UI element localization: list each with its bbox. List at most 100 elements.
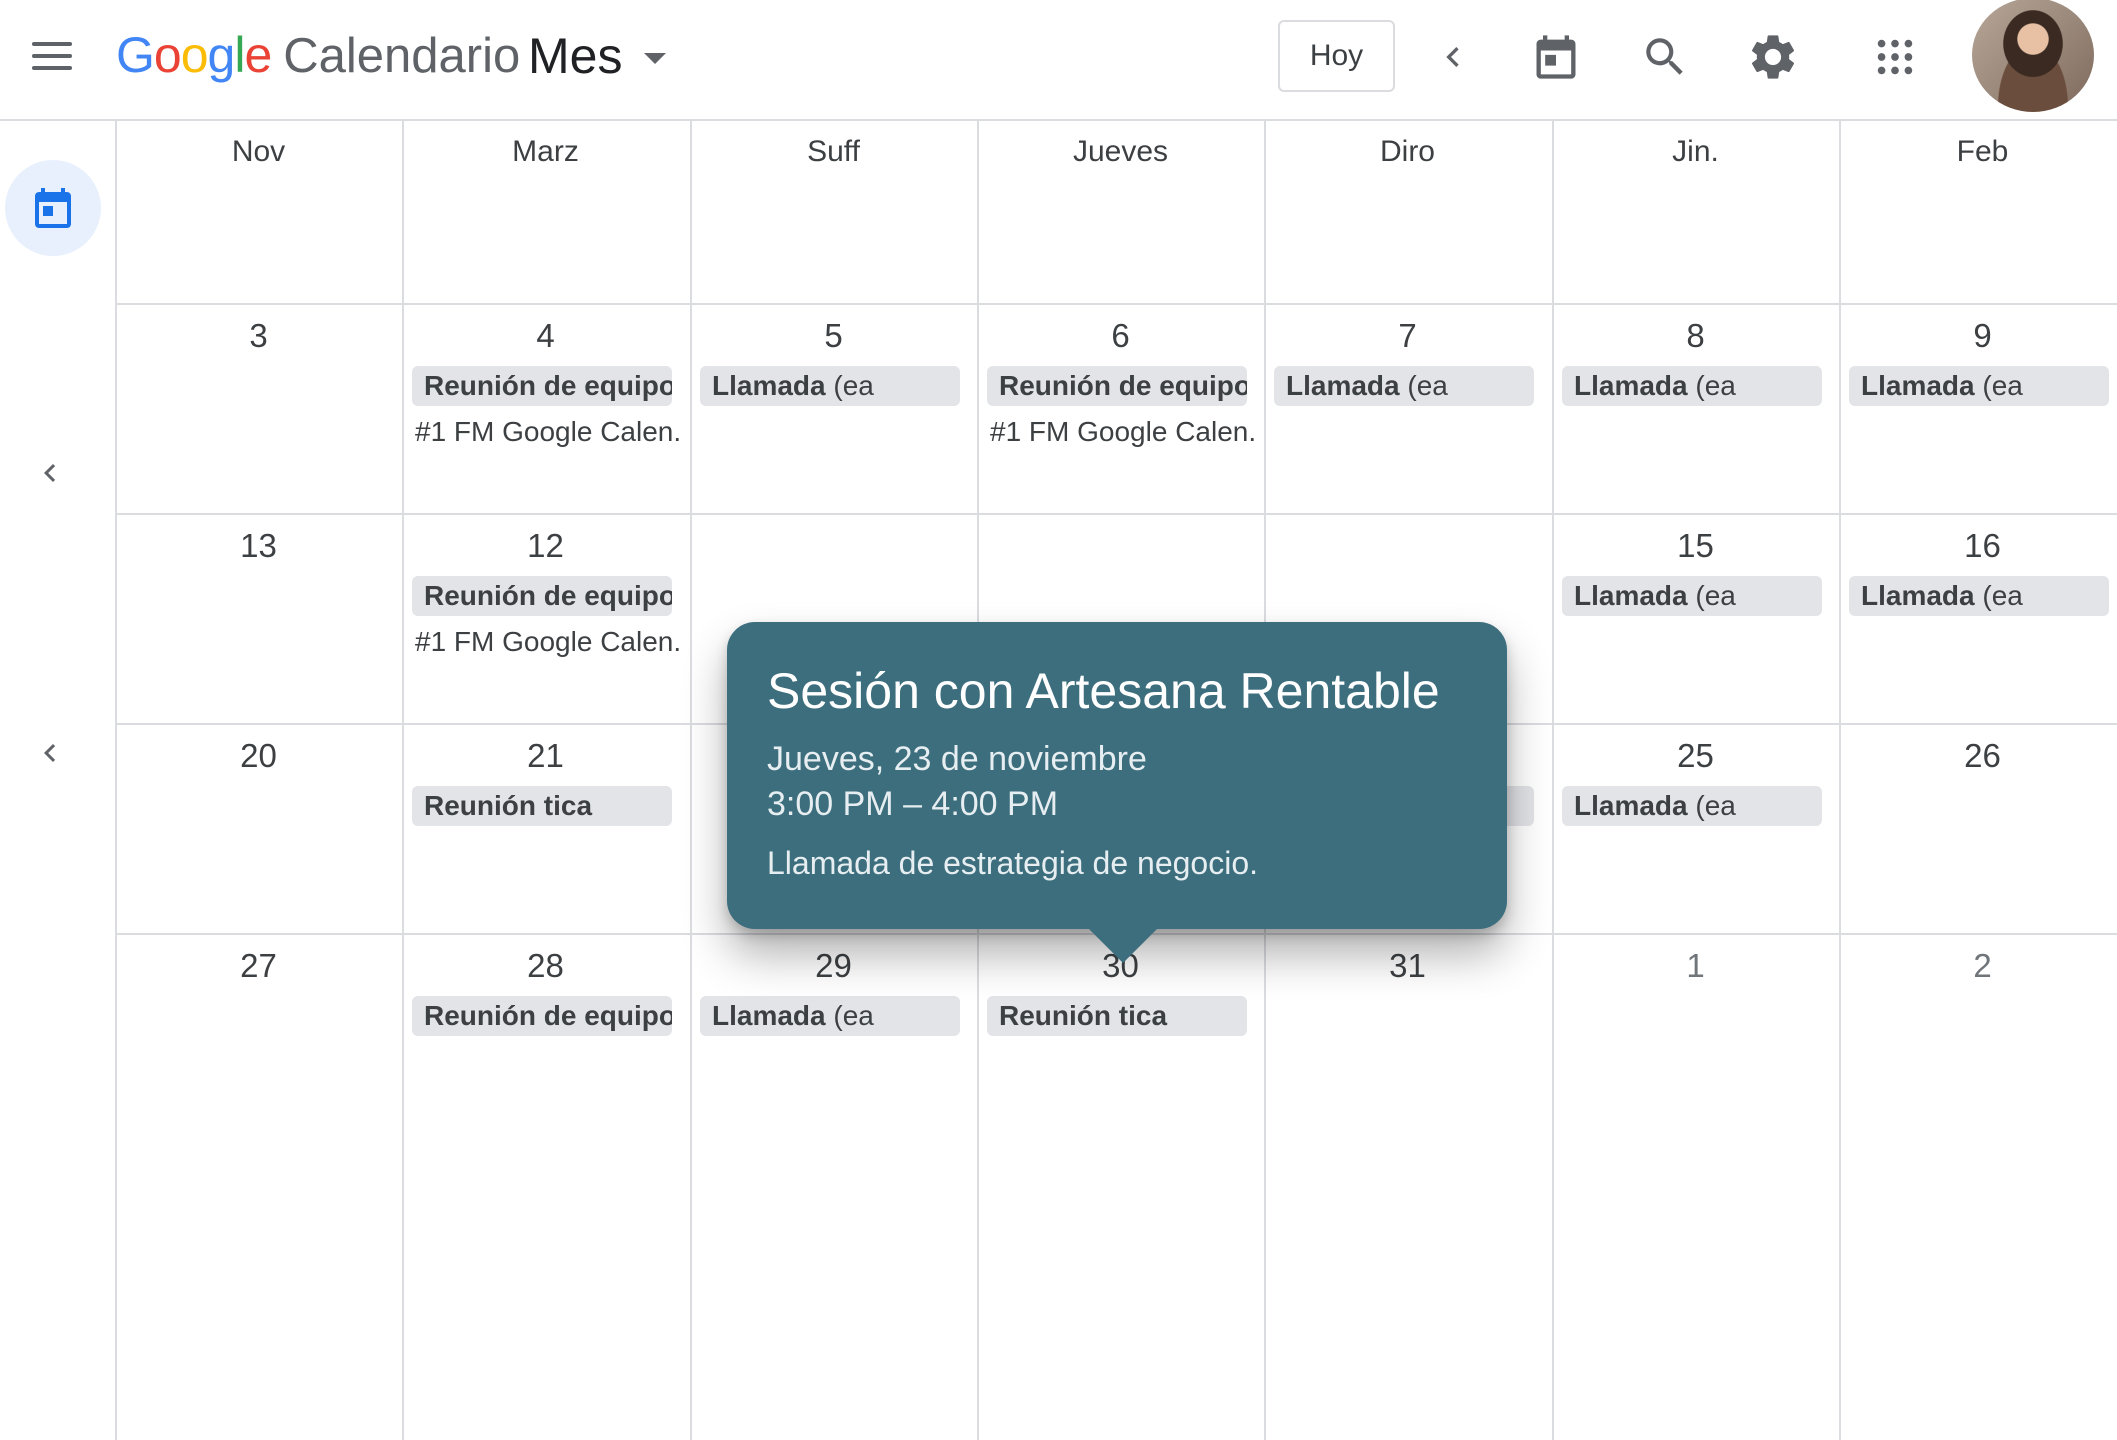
popup-description: Llamada de estrategia de negocio.	[767, 845, 1259, 881]
top-bar: Google Calendario Mes Hoy	[0, 0, 2117, 121]
event-chip-title: Reunión tica	[999, 1000, 1168, 1031]
day-number[interactable]: 7	[1264, 317, 1551, 355]
chevron-left-icon[interactable]	[30, 728, 70, 778]
product-name: Calendario	[283, 29, 521, 83]
popup-title: Sesión con Artesana Rentable	[767, 663, 1440, 719]
gear-icon[interactable]	[1738, 22, 1808, 92]
day-number[interactable]: 28	[402, 947, 689, 985]
day-cell[interactable]	[690, 121, 977, 303]
event-chip-title: Reunión de equipo	[424, 370, 672, 401]
event-chip[interactable]: Llamada (ea	[1274, 366, 1534, 406]
event-chip-detail: (ea	[1974, 580, 2023, 611]
event-chip-title: Llamada	[1574, 580, 1688, 611]
rail-calendar-button[interactable]	[5, 160, 101, 256]
google-wordmark-letter: G	[116, 27, 155, 83]
day-number[interactable]: 4	[402, 317, 689, 355]
event-subtitle[interactable]: #1 FM Google Calen.	[990, 416, 1260, 448]
calendar-icon	[35, 188, 71, 228]
day-number[interactable]: 12	[402, 527, 689, 565]
day-cell[interactable]	[115, 121, 402, 303]
event-popup[interactable]: Sesión con Artesana Rentable Jueves, 23 …	[727, 622, 1507, 963]
event-chip[interactable]: Llamada (ea	[1562, 366, 1822, 406]
day-number[interactable]: 15	[1552, 527, 1839, 565]
day-cell[interactable]	[1839, 121, 2117, 303]
view-selector-label: Mes	[528, 28, 623, 84]
event-chip-title: Llamada	[712, 370, 826, 401]
popup-time: 3:00 PM – 4:00 PM	[767, 785, 1059, 823]
event-chip-title: Llamada	[1861, 370, 1975, 401]
day-number[interactable]: 2	[1839, 947, 2117, 985]
event-chip[interactable]: Llamada (ea	[700, 996, 960, 1036]
day-cell[interactable]	[1264, 933, 1551, 1440]
day-cell[interactable]	[977, 121, 1264, 303]
event-chip-detail: (ea	[1687, 580, 1736, 611]
google-wordmark-letter: g	[207, 27, 236, 83]
popup-tail	[1087, 927, 1159, 963]
event-chip-title: Reunión de equipo	[999, 370, 1247, 401]
day-number[interactable]: 1	[1552, 947, 1839, 985]
google-wordmark: Google	[116, 26, 272, 84]
day-number[interactable]: 27	[115, 947, 402, 985]
day-number[interactable]: 25	[1552, 737, 1839, 775]
event-chip[interactable]: Llamada (ea	[700, 366, 960, 406]
day-number[interactable]: 16	[1839, 527, 2117, 565]
day-number[interactable]: 20	[115, 737, 402, 775]
event-chip[interactable]: Reunión de equipo	[412, 576, 672, 616]
day-number[interactable]: 26	[1839, 737, 2117, 775]
calendar-icon[interactable]	[1521, 22, 1591, 92]
event-chip[interactable]: Reunión de equipo	[412, 996, 672, 1036]
google-wordmark-letter: o	[180, 27, 209, 83]
event-chip[interactable]: Reunión de equipo	[987, 366, 1247, 406]
event-chip-detail: (ea	[1687, 370, 1736, 401]
event-chip[interactable]: Reunión tica	[987, 996, 1247, 1036]
day-number[interactable]: 8	[1552, 317, 1839, 355]
day-number[interactable]: 31	[1264, 947, 1551, 985]
event-chip-title: Llamada	[1286, 370, 1400, 401]
day-number[interactable]: 29	[690, 947, 977, 985]
day-cell[interactable]	[1839, 933, 2117, 1440]
menu-icon[interactable]	[28, 36, 78, 76]
event-chip-detail: (ea	[825, 1000, 874, 1031]
google-wordmark-letter: o	[153, 27, 182, 83]
event-chip-title: Llamada	[1861, 580, 1975, 611]
apps-grid-icon[interactable]	[1860, 22, 1930, 92]
day-cell[interactable]	[402, 121, 689, 303]
view-selector[interactable]: Mes	[528, 28, 667, 84]
event-chip[interactable]: Reunión tica	[412, 786, 672, 826]
day-cell[interactable]	[1552, 121, 1839, 303]
day-number[interactable]: 3	[115, 317, 402, 355]
event-chip[interactable]: Llamada (ea	[1849, 366, 2109, 406]
chevron-left-icon[interactable]	[30, 448, 70, 498]
day-number[interactable]: 13	[115, 527, 402, 565]
event-chip-detail: (ea	[1687, 790, 1736, 821]
day-cell[interactable]	[1552, 933, 1839, 1440]
event-chip-detail: (ea	[1399, 370, 1448, 401]
event-subtitle[interactable]: #1 FM Google Calen.	[415, 416, 685, 448]
app-logo[interactable]: Google Calendario	[116, 26, 520, 86]
day-number[interactable]: 6	[977, 317, 1264, 355]
event-chip-title: Reunión de equipo	[424, 1000, 672, 1031]
event-chip-title: Reunión de equipo	[424, 580, 672, 611]
event-chip-title: Llamada	[712, 1000, 826, 1031]
avatar[interactable]	[1972, 0, 2094, 112]
event-chip-detail: (ea	[825, 370, 874, 401]
event-subtitle[interactable]: #1 FM Google Calen.	[415, 626, 685, 658]
event-chip[interactable]: Llamada (ea	[1562, 576, 1822, 616]
event-chip[interactable]: Llamada (ea	[1562, 786, 1822, 826]
day-number[interactable]: 5	[690, 317, 977, 355]
event-chip[interactable]: Llamada (ea	[1849, 576, 2109, 616]
day-cell[interactable]	[1264, 121, 1551, 303]
event-chip-title: Llamada	[1574, 370, 1688, 401]
event-chip[interactable]: Reunión de equipo	[412, 366, 672, 406]
search-icon[interactable]	[1630, 22, 1700, 92]
day-number[interactable]: 21	[402, 737, 689, 775]
event-chip-title: Reunión tica	[424, 790, 593, 821]
popup-date: Jueves, 23 de noviembre	[767, 740, 1147, 778]
today-button[interactable]: Hoy	[1278, 20, 1395, 92]
day-number[interactable]: 9	[1839, 317, 2117, 355]
day-cell[interactable]	[115, 933, 402, 1440]
chevron-left-icon[interactable]	[1418, 22, 1488, 92]
google-wordmark-letter: e	[244, 27, 272, 83]
event-chip-title: Llamada	[1574, 790, 1688, 821]
event-chip-detail: (ea	[1974, 370, 2023, 401]
